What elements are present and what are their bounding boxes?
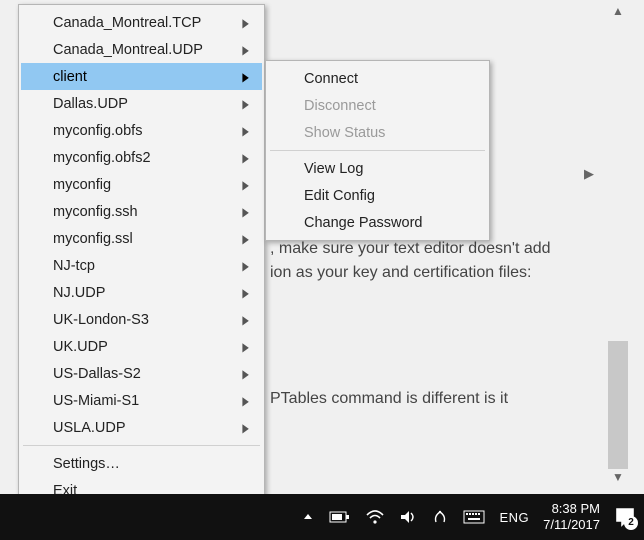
page-text: , make sure your text editor doesn't add — [270, 240, 551, 258]
clock[interactable]: 8:38 PM 7/11/2017 — [543, 501, 600, 532]
submenu-disconnect: Disconnect — [268, 92, 487, 119]
language-indicator[interactable]: ENG — [499, 510, 529, 525]
submenu-change-password[interactable]: Change Password — [268, 209, 487, 236]
menu-item-label: myconfig.ssh — [53, 204, 138, 220]
menu-item-label: myconfig.obfs — [53, 123, 142, 139]
menu-item-label: USLA.UDP — [53, 420, 126, 436]
submenu-arrow-icon: ▶ — [242, 394, 248, 408]
menu-item-dallas-udp[interactable]: Dallas.UDP ▶ — [21, 90, 262, 117]
menu-item-label: NJ-tcp — [53, 258, 95, 274]
submenu-arrow-icon: ▶ — [242, 16, 248, 30]
menu-item-myconfig-obfs2[interactable]: myconfig.obfs2 ▶ — [21, 144, 262, 171]
app-tray-icon[interactable] — [431, 508, 449, 526]
keyboard-icon[interactable] — [463, 510, 485, 524]
submenu-arrow-icon: ▶ — [242, 340, 248, 354]
menu-item-label: UK.UDP — [53, 339, 108, 355]
menu-item-uk-udp[interactable]: UK.UDP ▶ — [21, 333, 262, 360]
menu-item-label: Edit Config — [304, 188, 375, 204]
menu-item-label: US-Dallas-S2 — [53, 366, 141, 382]
menu-separator — [270, 150, 485, 151]
scroll-right-arrow[interactable]: ▶ — [584, 166, 594, 182]
page-text: PTables command is different is it — [270, 390, 508, 408]
battery-icon[interactable] — [329, 510, 351, 524]
menu-separator — [23, 445, 260, 446]
client-submenu: Connect Disconnect Show Status View Log … — [265, 60, 490, 241]
menu-item-canada-montreal-udp[interactable]: Canada_Montreal.UDP ▶ — [21, 36, 262, 63]
menu-item-label: Show Status — [304, 125, 385, 141]
menu-item-myconfig-ssh[interactable]: myconfig.ssh ▶ — [21, 198, 262, 225]
menu-item-label: client — [53, 69, 87, 85]
clock-date: 7/11/2017 — [543, 517, 600, 533]
submenu-arrow-icon: ▶ — [242, 421, 248, 435]
menu-item-label: UK-London-S3 — [53, 312, 149, 328]
menu-item-label: Change Password — [304, 215, 423, 231]
tray-context-menu: Canada_Montreal.TCP ▶ Canada_Montreal.UD… — [18, 4, 265, 509]
submenu-arrow-icon: ▶ — [242, 97, 248, 111]
submenu-arrow-icon: ▶ — [242, 124, 248, 138]
submenu-arrow-icon: ▶ — [242, 367, 248, 381]
clock-time: 8:38 PM — [543, 501, 600, 517]
wifi-icon[interactable] — [365, 509, 385, 525]
menu-item-label: Dallas.UDP — [53, 96, 128, 112]
menu-item-label: Settings… — [53, 456, 120, 472]
submenu-arrow-icon: ▶ — [242, 43, 248, 57]
tray-overflow-icon[interactable] — [301, 510, 315, 524]
submenu-arrow-icon: ▶ — [242, 259, 248, 273]
scroll-up-arrow[interactable]: ▲ — [606, 4, 630, 18]
menu-item-label: Disconnect — [304, 98, 376, 114]
submenu-arrow-icon: ▶ — [242, 151, 248, 165]
menu-item-us-dallas-s2[interactable]: US-Dallas-S2 ▶ — [21, 360, 262, 387]
menu-item-uk-london-s3[interactable]: UK-London-S3 ▶ — [21, 306, 262, 333]
menu-item-label: NJ.UDP — [53, 285, 105, 301]
menu-item-nj-udp[interactable]: NJ.UDP ▶ — [21, 279, 262, 306]
submenu-connect[interactable]: Connect — [268, 65, 487, 92]
taskbar: ENG 8:38 PM 7/11/2017 2 — [0, 494, 644, 540]
submenu-arrow-icon: ▶ — [242, 178, 248, 192]
menu-item-label: myconfig.ssl — [53, 231, 133, 247]
submenu-arrow-icon: ▶ — [242, 70, 248, 84]
submenu-edit-config[interactable]: Edit Config — [268, 182, 487, 209]
submenu-arrow-icon: ▶ — [242, 232, 248, 246]
menu-item-myconfig-ssl[interactable]: myconfig.ssl ▶ — [21, 225, 262, 252]
menu-item-label: US-Miami-S1 — [53, 393, 139, 409]
notification-badge: 2 — [624, 516, 638, 530]
action-center-icon[interactable]: 2 — [614, 506, 636, 528]
menu-item-myconfig-obfs[interactable]: myconfig.obfs ▶ — [21, 117, 262, 144]
menu-item-label: myconfig.obfs2 — [53, 150, 151, 166]
menu-item-settings[interactable]: Settings… — [21, 450, 262, 477]
menu-item-usla-udp[interactable]: USLA.UDP ▶ — [21, 414, 262, 441]
submenu-arrow-icon: ▶ — [242, 286, 248, 300]
submenu-view-log[interactable]: View Log — [268, 155, 487, 182]
menu-item-label: Canada_Montreal.TCP — [53, 15, 201, 31]
menu-item-client[interactable]: client ▶ — [21, 63, 262, 90]
submenu-arrow-icon: ▶ — [242, 205, 248, 219]
menu-item-us-miami-s1[interactable]: US-Miami-S1 ▶ — [21, 387, 262, 414]
submenu-show-status: Show Status — [268, 119, 487, 146]
page-text: ion as your key and certification files: — [270, 264, 531, 282]
scroll-down-arrow[interactable]: ▼ — [606, 470, 630, 484]
menu-item-label: myconfig — [53, 177, 111, 193]
volume-icon[interactable] — [399, 509, 417, 525]
menu-item-myconfig[interactable]: myconfig ▶ — [21, 171, 262, 198]
submenu-arrow-icon: ▶ — [242, 313, 248, 327]
menu-item-label: Connect — [304, 71, 358, 87]
vertical-scrollbar[interactable]: ▲ ▼ — [606, 4, 630, 484]
menu-item-label: View Log — [304, 161, 363, 177]
menu-item-nj-tcp[interactable]: NJ-tcp ▶ — [21, 252, 262, 279]
scrollbar-thumb[interactable] — [608, 341, 628, 469]
menu-item-label: Canada_Montreal.UDP — [53, 42, 203, 58]
menu-item-canada-montreal-tcp[interactable]: Canada_Montreal.TCP ▶ — [21, 9, 262, 36]
